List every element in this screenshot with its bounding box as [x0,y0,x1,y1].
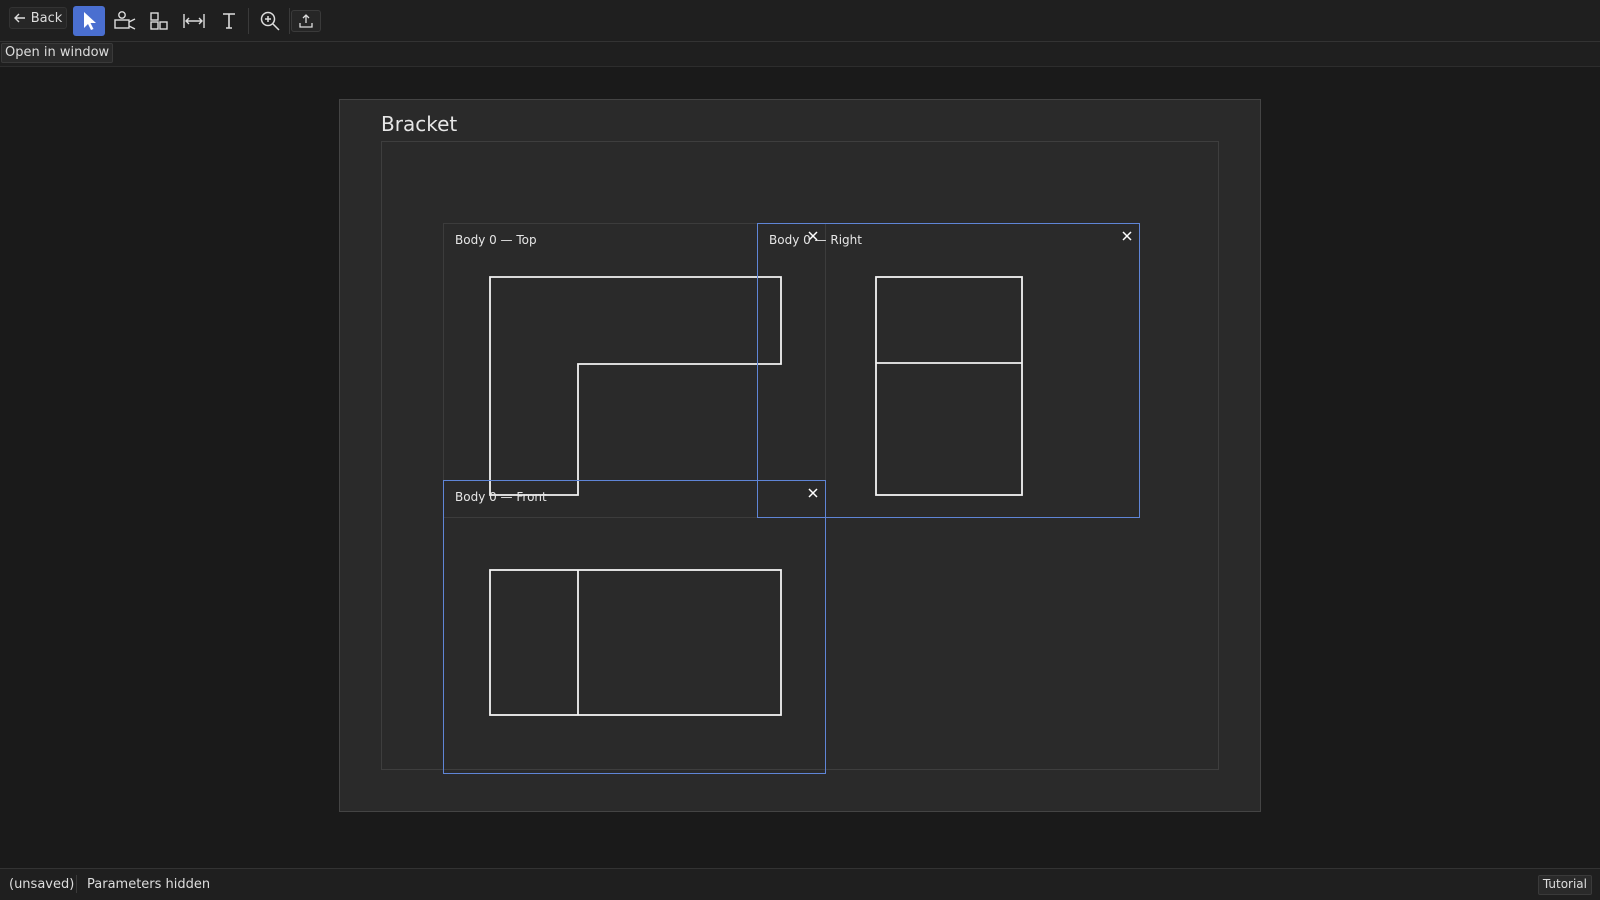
zoom-tool-button[interactable] [254,6,286,36]
toolbar: Back [0,0,1600,42]
select-tool-button[interactable] [73,6,105,36]
export-tool-button[interactable] [291,10,321,32]
arrange-tool-button[interactable] [143,6,175,36]
open-in-window-button[interactable]: Open in window [1,43,114,63]
drawing-sheet[interactable]: Bracket Body 0 — Top Body 0 — Right Body… [339,99,1261,812]
pointer-icon [84,12,96,30]
text-icon [223,13,235,29]
add-view-tool-button[interactable] [109,6,141,36]
right-view-drawing [875,276,1023,496]
status-bar: (unsaved) Parameters hidden Tutorial [0,868,1600,900]
back-button[interactable]: Back [9,7,67,29]
front-view-outline [489,569,782,716]
arrow-left-icon [13,13,25,23]
toolbar-separator [289,8,290,34]
save-state: (unsaved) [9,877,75,892]
toolbar-separator [248,8,249,34]
right-view-outline [875,276,1023,496]
arrange-views-icon [150,12,168,30]
dimension-icon [183,14,205,28]
camera-view-icon [114,11,136,30]
secondary-bar: Open in window [0,42,1600,67]
dimension-tool-button[interactable] [178,6,210,36]
zoom-in-icon [260,11,280,31]
back-label: Back [30,10,63,26]
parameters-toggle[interactable]: Parameters hidden [87,877,210,892]
top-view-outline [489,276,782,496]
view-front[interactable]: Body 0 — Front [443,480,826,774]
sheet-title: Bracket [381,112,458,136]
view-right[interactable]: Body 0 — Right [757,223,1140,518]
text-tool-button[interactable] [213,6,245,36]
export-icon [299,14,313,28]
status-separator [76,875,77,893]
tutorial-button[interactable]: Tutorial [1537,875,1592,895]
front-view-drawing [489,569,782,716]
